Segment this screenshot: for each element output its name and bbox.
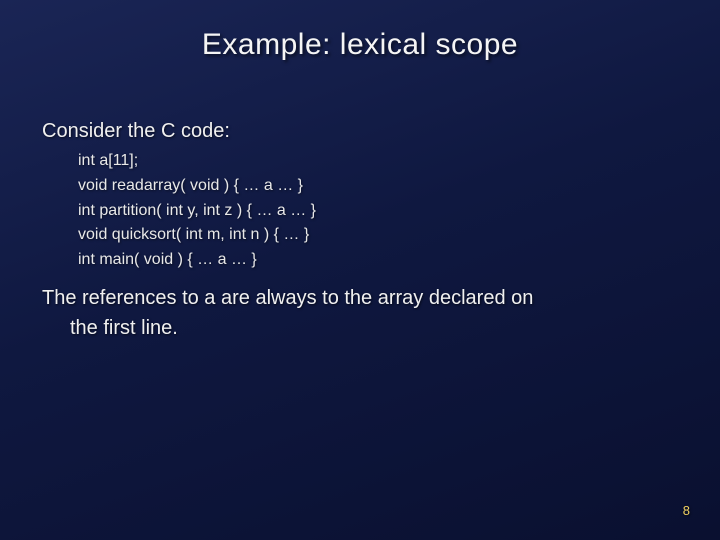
title-area: Example: lexical scope	[0, 0, 720, 62]
code-line: int a[11];	[78, 149, 678, 174]
code-block: int a[11]; void readarray( void ) { … a …	[42, 149, 678, 273]
code-line: void readarray( void ) { … a … }	[78, 174, 678, 199]
page-number: 8	[683, 503, 690, 518]
outro-text-line1: The references to a are always to the ar…	[42, 283, 678, 313]
outro-text-line2: the first line.	[42, 313, 678, 343]
slide-title: Example: lexical scope	[0, 28, 720, 62]
code-line: int main( void ) { … a … }	[78, 248, 678, 273]
slide-content: Consider the C code: int a[11]; void rea…	[0, 62, 720, 343]
intro-text: Consider the C code:	[42, 120, 678, 143]
code-line: void quicksort( int m, int n ) { … }	[78, 223, 678, 248]
code-line: int partition( int y, int z ) { … a … }	[78, 199, 678, 224]
